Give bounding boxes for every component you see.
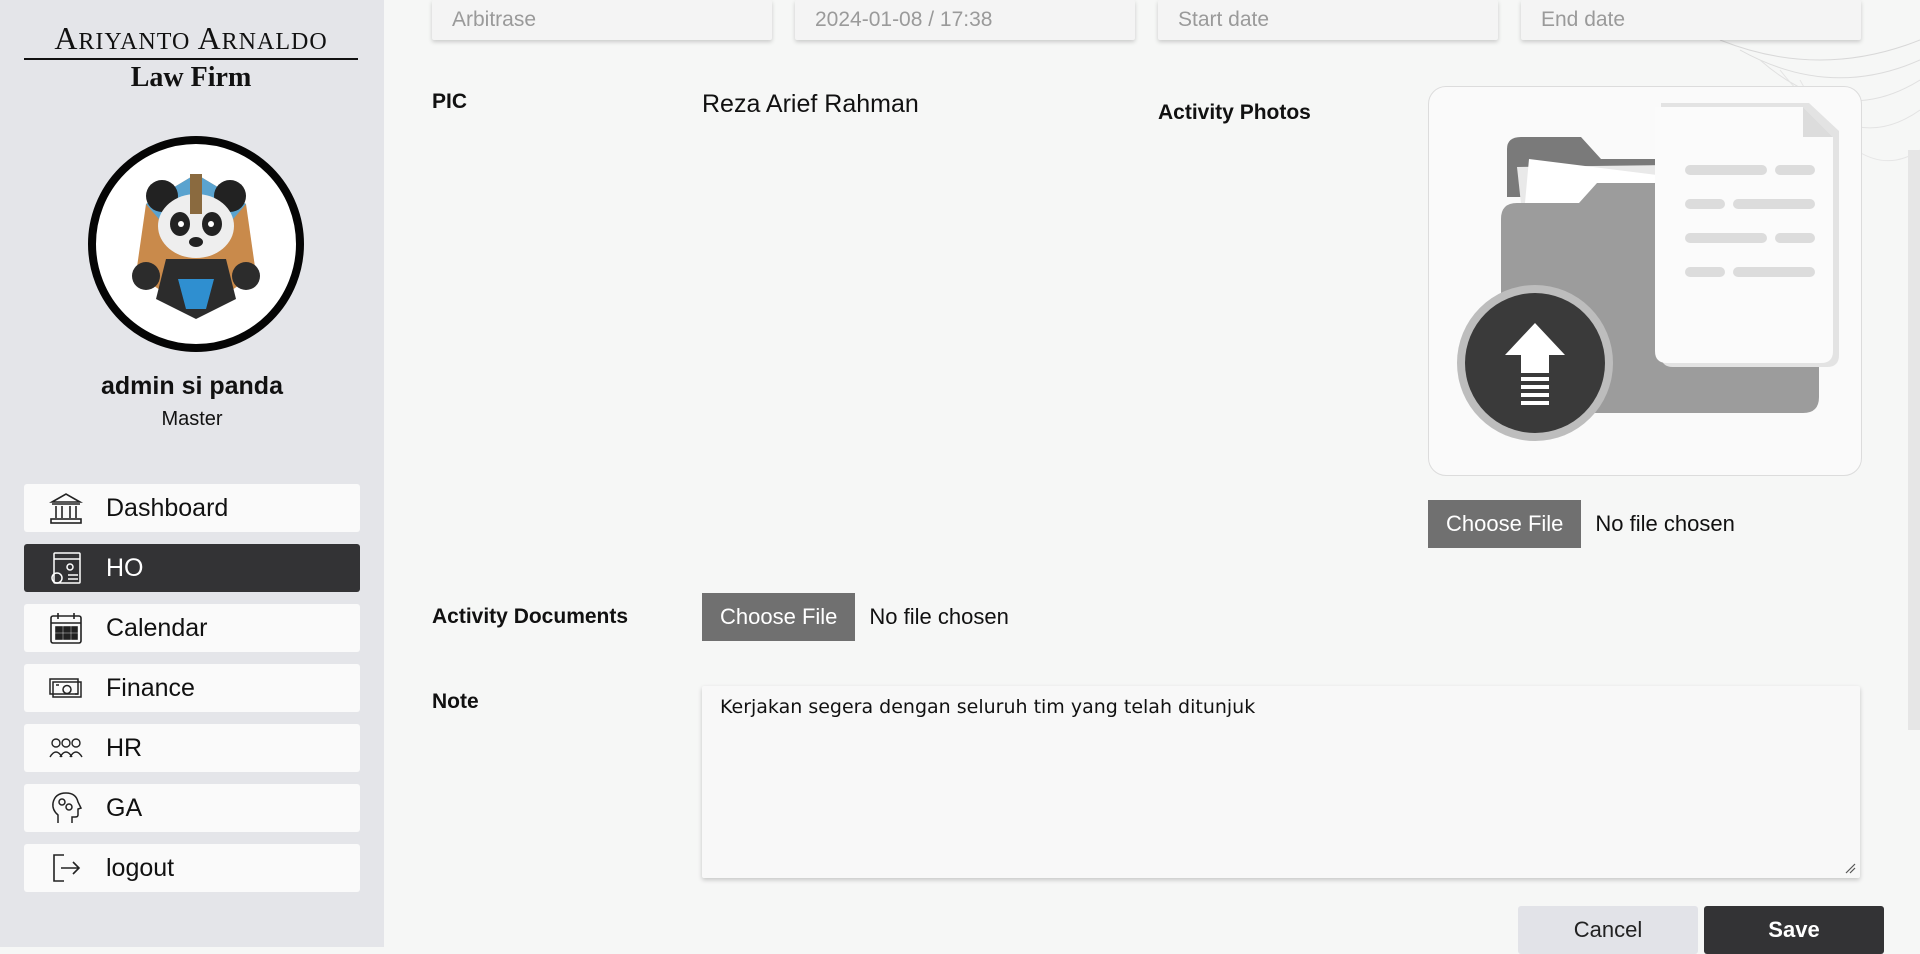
sidebar-item-label: Calendar	[106, 613, 208, 642]
note-label: Note	[432, 690, 479, 713]
calendar-icon	[46, 608, 86, 648]
photos-file-status: No file chosen	[1595, 511, 1735, 536]
logout-icon	[46, 848, 86, 888]
sidebar-item-label: Dashboard	[106, 493, 229, 522]
sidebar-item-logout[interactable]: logout	[24, 844, 360, 892]
note-textarea[interactable]: Kerjakan segera dengan seluruh tim yang …	[702, 686, 1860, 878]
team-icon	[46, 728, 86, 768]
choose-documents-button[interactable]: Choose File	[702, 593, 856, 641]
sidebar-item-label: Finance	[106, 673, 195, 702]
pic-label: PIC	[432, 90, 468, 113]
sidebar-item-label: logout	[106, 853, 175, 882]
sidebar-item-label: HR	[106, 733, 143, 762]
money-icon	[46, 668, 86, 708]
logo-title: ARIYANTO ARNALDO	[54, 20, 328, 56]
documents-file-status: No file chosen	[869, 604, 1009, 629]
case-type-field[interactable]: Arbitrase	[432, 0, 772, 40]
created-at-field[interactable]: 2024-01-08 / 17:38	[795, 0, 1135, 40]
sidebar-item-label: HO	[106, 553, 144, 582]
photos-file-input: Choose File No file chosen	[1428, 500, 1735, 548]
user-role: Master	[161, 408, 223, 430]
main-content: Arbitrase 2024-01-08 / 17:38 Start date …	[384, 0, 1920, 954]
sidebar-item-ho[interactable]: HO	[24, 544, 360, 592]
activity-photos-label: Activity Photos	[1158, 101, 1311, 124]
office-settings-icon	[46, 548, 86, 588]
sidebar: ARIYANTO ARNALDO Law Firm admin si panda…	[0, 0, 384, 947]
avatar	[88, 136, 304, 352]
bank-icon	[46, 488, 86, 528]
upload-folder-icon	[1457, 103, 1839, 441]
sidebar-item-hr[interactable]: HR	[24, 724, 360, 772]
head-gears-icon	[46, 788, 86, 828]
panda-avatar-image	[132, 174, 260, 319]
sidebar-item-calendar[interactable]: Calendar	[24, 604, 360, 652]
sidebar-item-dashboard[interactable]: Dashboard	[24, 484, 360, 532]
pic-value: Reza Arief Rahman	[702, 90, 919, 118]
choose-photos-button[interactable]: Choose File	[1428, 500, 1582, 548]
page-scrollbar[interactable]	[1908, 150, 1920, 730]
activity-documents-label: Activity Documents	[432, 605, 629, 628]
photo-upload-dropzone[interactable]	[1428, 86, 1862, 476]
firm-logo: ARIYANTO ARNALDO Law Firm	[24, 22, 358, 92]
user-name: admin si panda	[101, 372, 283, 400]
note-text: Kerjakan segera dengan seluruh tim yang …	[720, 696, 1256, 718]
sidebar-nav: Dashboard HO Calendar Finance HR GA logo…	[24, 484, 360, 904]
sidebar-item-ga[interactable]: GA	[24, 784, 360, 832]
logo-rule	[24, 58, 358, 60]
sidebar-item-label: GA	[106, 793, 143, 822]
sidebar-item-finance[interactable]: Finance	[24, 664, 360, 712]
documents-file-input: Choose File No file chosen	[702, 593, 1009, 641]
start-date-field[interactable]: Start date	[1158, 0, 1498, 40]
logo-subtitle: Law Firm	[130, 62, 252, 93]
end-date-field[interactable]: End date	[1521, 0, 1861, 40]
resize-grip-icon[interactable]	[1844, 862, 1856, 874]
